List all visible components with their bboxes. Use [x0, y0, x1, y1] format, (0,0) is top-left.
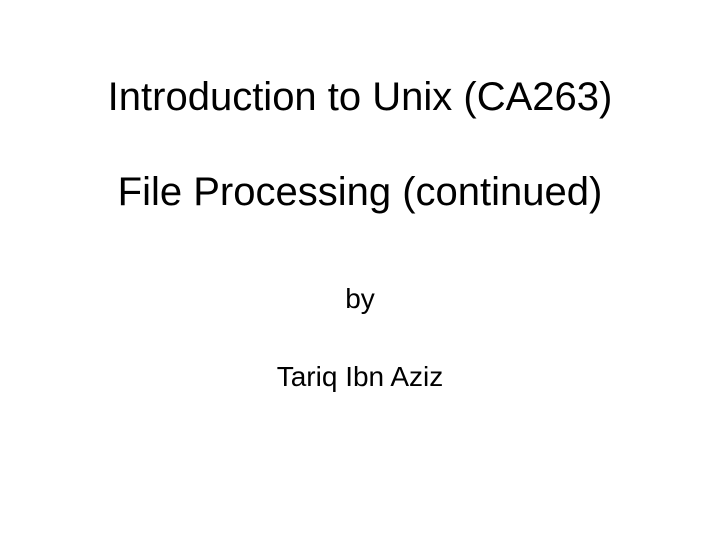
slide-container: Introduction to Unix (CA263) File Proces… — [0, 0, 720, 540]
author-name: Tariq Ibn Aziz — [277, 361, 444, 393]
slide-title-line-1: Introduction to Unix (CA263) — [108, 75, 613, 120]
by-label: by — [345, 283, 375, 315]
slide-title-line-2: File Processing (continued) — [118, 170, 603, 215]
